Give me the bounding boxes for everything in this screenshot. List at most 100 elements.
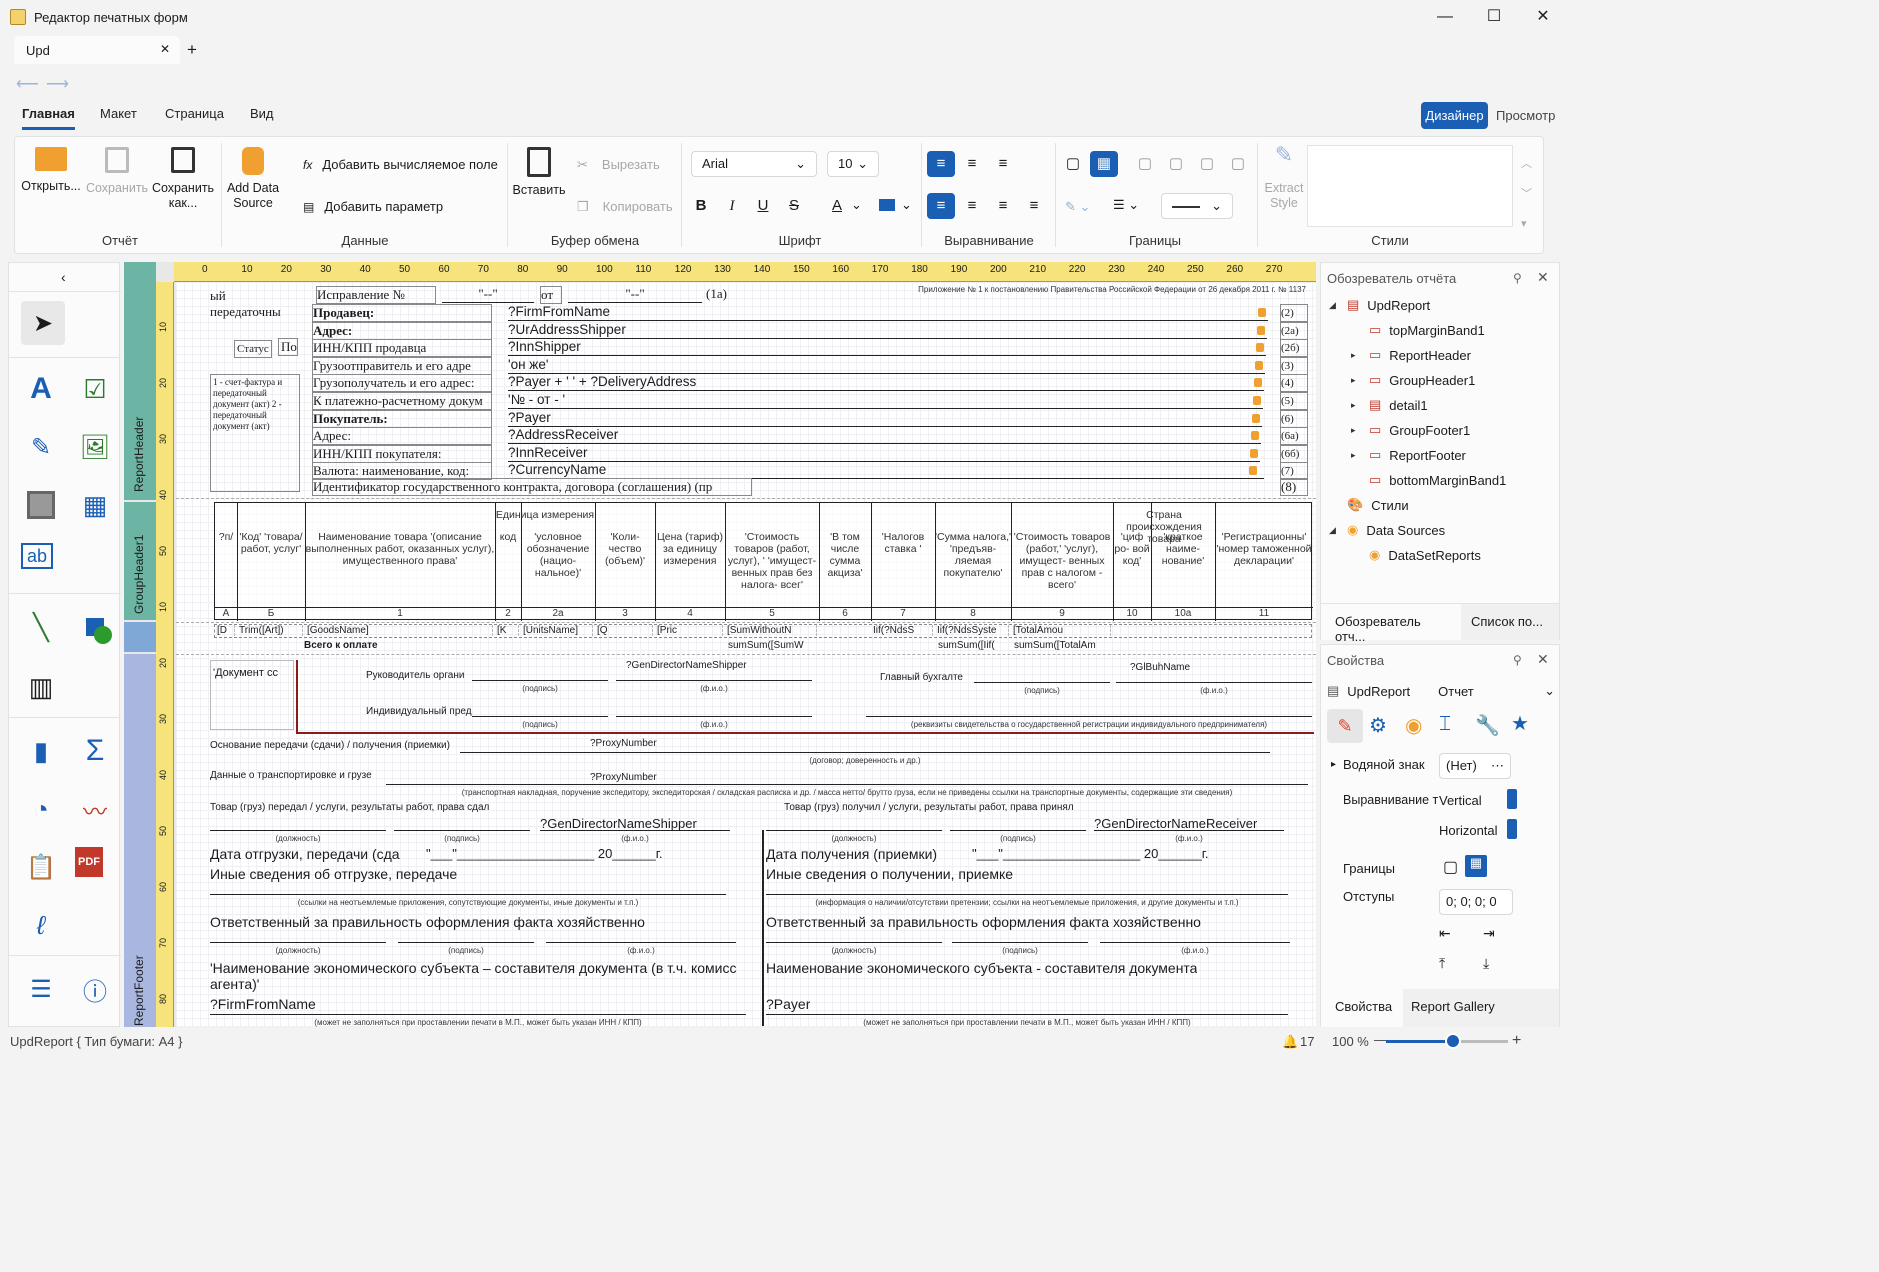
- pin-icon[interactable]: ⚲: [1513, 653, 1522, 667]
- column-header[interactable]: 'В том числе сумма акциза': [819, 531, 871, 579]
- row-label[interactable]: ИНН/КПП продавца: [312, 339, 492, 358]
- row-label[interactable]: Адрес:: [312, 427, 492, 446]
- close-window-icon[interactable]: ✕: [1528, 6, 1558, 28]
- zoom-slider-thumb[interactable]: [1445, 1033, 1462, 1049]
- padding-field[interactable]: 0; 0; 0; 0: [1439, 889, 1513, 915]
- row-label[interactable]: Продавец:: [312, 304, 492, 322]
- goods-received-label[interactable]: Товар (груз) получил / услуги, результат…: [784, 800, 1074, 816]
- table-tool-icon[interactable]: ▦: [75, 485, 115, 525]
- column-header[interactable]: 'Стоимость товаров (работ,' 'услуг), иму…: [1011, 531, 1113, 591]
- row-label[interactable]: ИНН/КПП покупателя:: [312, 444, 492, 463]
- cut-button[interactable]: ✂ Вырезать: [577, 157, 660, 173]
- from-label[interactable]: от: [540, 286, 562, 304]
- expand-icon[interactable]: ◢: [1329, 300, 1339, 311]
- preview-button[interactable]: Просмотр: [1496, 108, 1555, 123]
- align-bottom-button[interactable]: ≡: [989, 151, 1017, 177]
- horizontal-align-button[interactable]: [1507, 819, 1517, 839]
- align-center-button[interactable]: ≡: [958, 193, 986, 219]
- tree-item[interactable]: ▭ topMarginBand1: [1351, 320, 1485, 340]
- border-top-button[interactable]: ▢: [1162, 151, 1190, 177]
- chief-accountant-label[interactable]: Главный бухгалте: [880, 670, 963, 686]
- tree-item[interactable]: ◢ ▤ UpdReport: [1329, 295, 1430, 315]
- row-code[interactable]: (3): [1280, 356, 1308, 375]
- gov-contract-code[interactable]: (8): [1280, 478, 1308, 496]
- tree-item[interactable]: ▸ ▭ GroupHeader1: [1351, 370, 1475, 390]
- data-tab-icon[interactable]: ◉: [1405, 713, 1422, 738]
- signature-tool-icon[interactable]: ℓ: [21, 905, 61, 945]
- row-label[interactable]: К платежно-расчетному докум: [312, 392, 492, 410]
- sum-field[interactable]: sumSum([Iif(: [938, 638, 995, 654]
- chief-accountant-field[interactable]: ?GlBuhName: [1130, 660, 1190, 676]
- collapse-toolbox-icon[interactable]: ‹: [61, 269, 66, 285]
- border-style-select[interactable]: ⌄: [1161, 193, 1233, 219]
- other-shipment-label[interactable]: Иные сведения об отгрузке, передаче: [210, 866, 457, 882]
- padding-left-icon[interactable]: ⇤: [1439, 925, 1451, 942]
- correction-date[interactable]: "--": [568, 286, 702, 303]
- align-top-button[interactable]: ≡: [927, 151, 955, 177]
- appearance-tab-icon[interactable]: ✎: [1327, 709, 1363, 743]
- minimize-icon[interactable]: —: [1430, 6, 1460, 28]
- detail-cell[interactable]: Iif(?NdsS: [873, 625, 933, 636]
- close-panel-icon[interactable]: ✕: [1537, 269, 1549, 286]
- detail-cell[interactable]: [SumWithoutN: [727, 625, 817, 636]
- line-tool-icon[interactable]: ╲: [21, 607, 61, 647]
- tab-layout[interactable]: Макет: [100, 106, 137, 130]
- panel-tool-icon[interactable]: [21, 485, 61, 525]
- object-select[interactable]: ▤ UpdReport Отчет ⌄: [1327, 679, 1555, 703]
- fio-caption[interactable]: (ф.и.о.): [546, 942, 736, 959]
- signature-caption[interactable]: (подпись): [398, 942, 534, 959]
- column-header[interactable]: Единица измерения: [495, 509, 595, 521]
- entity-left-label[interactable]: 'Наименование экономического субъекта – …: [210, 960, 746, 994]
- toc-tool-icon[interactable]: ☰: [21, 969, 61, 1009]
- truncated-label[interactable]: ый: [210, 288, 226, 304]
- signature-caption[interactable]: (подпись): [472, 716, 608, 733]
- tab-field-list[interactable]: Список по...: [1461, 603, 1559, 640]
- expand-icon[interactable]: ▸: [1351, 450, 1361, 461]
- row-code[interactable]: (6б): [1280, 444, 1308, 463]
- richtext-tool-icon[interactable]: ✎: [21, 427, 61, 467]
- fio-caption[interactable]: (ф.и.о.): [616, 680, 812, 697]
- tab-view[interactable]: Вид: [250, 106, 274, 130]
- report-footer-band[interactable]: ReportFooter: [124, 654, 156, 1027]
- sum-field[interactable]: sumSum([TotalAm: [1014, 638, 1096, 654]
- align-left-button[interactable]: ≡: [927, 193, 955, 219]
- tab-page[interactable]: Страница: [165, 106, 224, 130]
- detail-cell[interactable]: [D: [217, 625, 235, 636]
- payer-field[interactable]: ?Payer: [766, 996, 810, 1012]
- responsible-label[interactable]: Ответственный за правильность оформления…: [766, 914, 1201, 930]
- border-none-button[interactable]: ▢: [1059, 151, 1087, 177]
- tree-item[interactable]: ◢ ◉ Data Sources: [1329, 520, 1445, 540]
- column-header[interactable]: 'Регистрационны' 'номер таможенной декла…: [1215, 531, 1313, 567]
- signature-caption[interactable]: (подпись): [952, 942, 1088, 959]
- border-bottom-button[interactable]: ▢: [1224, 151, 1252, 177]
- gov-contract-field[interactable]: [756, 478, 1264, 479]
- undo-icon[interactable]: ⟵: [16, 74, 39, 94]
- column-header[interactable]: 'циф ро- вой код': [1113, 531, 1151, 567]
- document-box[interactable]: 'Документ сс: [210, 660, 294, 730]
- fio-caption[interactable]: (ф.и.о.): [1100, 942, 1290, 959]
- pointer-tool-icon[interactable]: ➤: [21, 301, 65, 345]
- entity-right-label[interactable]: Наименование экономического субъекта - с…: [766, 960, 1197, 976]
- row-value-field[interactable]: ?UrAddressShipper: [508, 322, 1267, 339]
- notification-icon[interactable]: 🔔: [1282, 1034, 1298, 1050]
- redo-icon[interactable]: ⟶: [46, 74, 69, 94]
- transport-label[interactable]: Данные о транспортировке и грузе: [210, 768, 372, 784]
- ship-date-label[interactable]: Дата отгрузки, передачи (сда: [210, 846, 400, 862]
- font-color-button[interactable]: A: [823, 193, 851, 219]
- row-value-field[interactable]: ?Payer: [508, 410, 1262, 427]
- character-comb-tool-icon[interactable]: ab: [21, 543, 53, 569]
- sparkline-tool-icon[interactable]: 〰: [75, 789, 115, 829]
- contract-note[interactable]: (договор; доверенность и др.): [460, 752, 1270, 769]
- gov-contract-label[interactable]: Идентификатор государственного контракта…: [312, 478, 752, 496]
- font-size-select[interactable]: 10 ⌄: [827, 151, 879, 177]
- tab-properties[interactable]: Свойства: [1321, 989, 1403, 1027]
- row-label[interactable]: Грузоотправитель и его адре: [312, 356, 492, 375]
- registration-note[interactable]: (реквизиты свидетельства о государственн…: [866, 716, 1312, 733]
- status-value[interactable]: По: [278, 338, 298, 356]
- row-value-field[interactable]: ?Payer + ' ' + ?DeliveryAddress: [508, 374, 1264, 392]
- tree-item[interactable]: ▸ ▭ ReportHeader: [1351, 345, 1471, 365]
- column-header[interactable]: 'Налогов ставка ': [871, 531, 935, 555]
- gauge-tool-icon[interactable]: ◔: [21, 789, 61, 829]
- paste-button[interactable]: Вставить: [509, 147, 569, 198]
- tree-item[interactable]: ▸ ▭ GroupFooter1: [1351, 420, 1470, 440]
